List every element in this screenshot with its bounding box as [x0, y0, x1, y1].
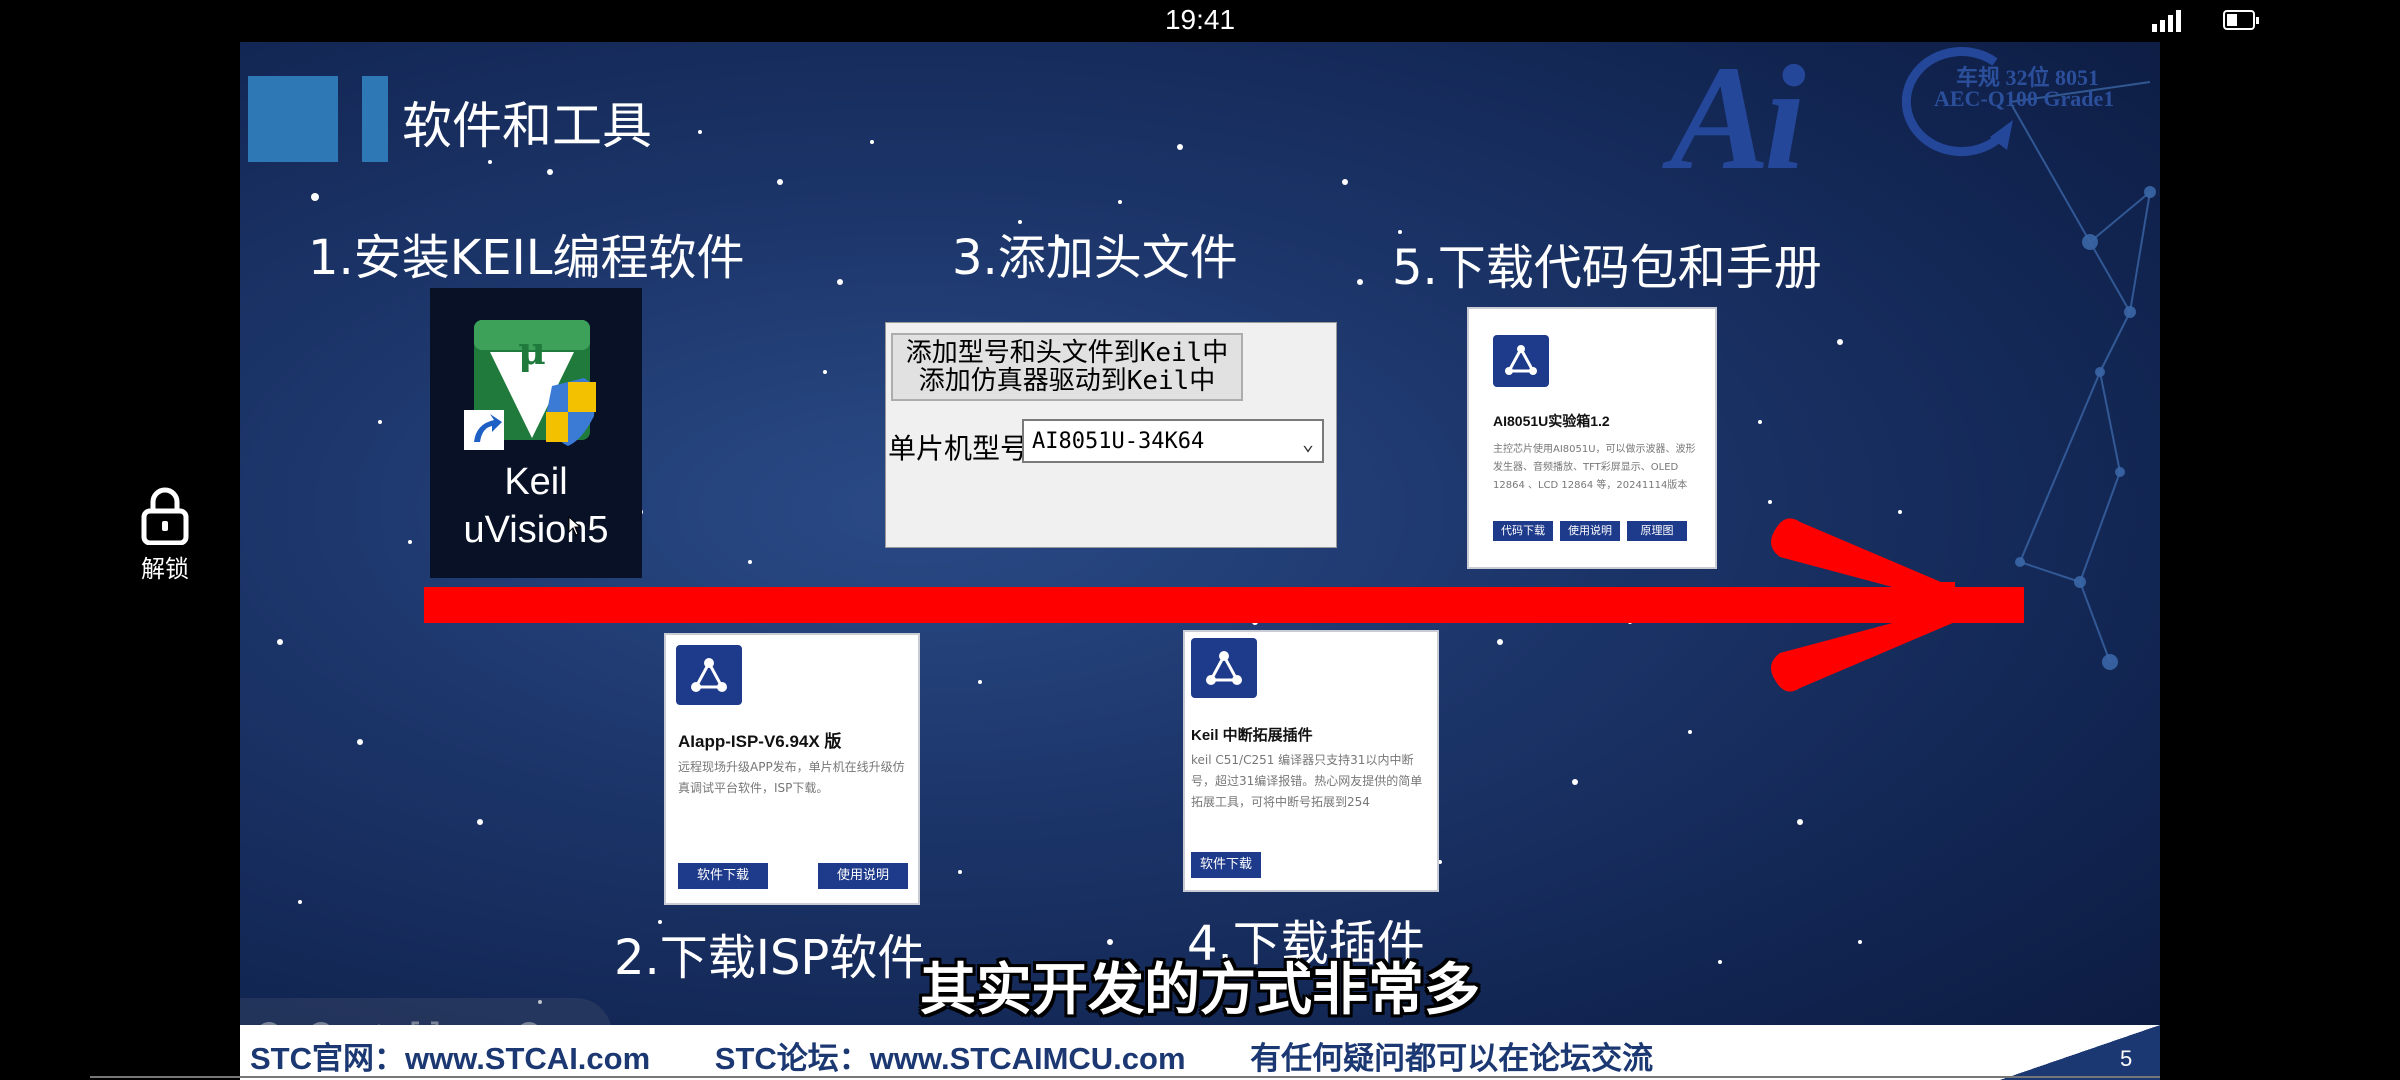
bottom-divider	[90, 1076, 2160, 1078]
battery-icon	[2223, 10, 2259, 30]
card-description: 远程现场升级APP发布，单片机在线升级仿真调试平台软件，ISP下载。	[678, 760, 905, 795]
footer-site: STC官网：www.STCAI.com	[250, 1041, 651, 1076]
footer-text: STC官网：www.STCAI.com STC论坛：www.STCAIMCU.c…	[250, 1033, 1709, 1078]
software-download-button[interactable]: 软件下载	[678, 863, 768, 889]
app-logo-icon	[676, 645, 742, 705]
card-aiapp-isp: AIapp-ISP-V6.94X 版 远程现场升级APP发布，单片机在线升级仿真…	[666, 635, 918, 903]
video-subtitle: 其实开发的方式非常多	[920, 958, 1480, 1023]
unlock-label: 解锁	[141, 555, 189, 583]
card-title: Keil 中断拓展插件	[1191, 727, 1313, 744]
clock: 19:41	[1164, 4, 1236, 35]
slide-footer: STC官网：www.STCAI.com STC论坛：www.STCAIMCU.c…	[240, 1025, 2160, 1080]
footer-forum: STC论坛：www.STCAIMCU.com	[714, 1041, 1186, 1076]
card-title: AIapp-ISP-V6.94X 版	[678, 732, 842, 751]
unlock-button[interactable]: 解锁	[120, 485, 210, 584]
manual-button[interactable]: 使用说明	[818, 863, 908, 889]
footer-note: 有任何疑问都可以在论坛交流	[1250, 1041, 1654, 1076]
presentation-slide: 软件和工具 Ai 车规 32位 8051 AEC-Q100 Grade1 1.安…	[240, 42, 2160, 1080]
signal-icon	[2152, 10, 2181, 32]
page-number: 5	[2120, 1046, 2133, 1071]
card-description: keil C51/C251 编译器只支持31以内中断号，超过31编译报错。热心网…	[1191, 753, 1423, 809]
lock-icon	[141, 487, 189, 545]
software-download-button[interactable]: 软件下载	[1191, 852, 1261, 878]
app-logo-icon	[1191, 638, 1257, 698]
status-bar: 19:41	[0, 0, 2400, 42]
footer-corner-decoration	[2000, 1025, 2160, 1080]
card-keil-interrupt-plugin: Keil 中断拓展插件 keil C51/C251 编译器只支持31以内中断号，…	[1185, 632, 1437, 890]
